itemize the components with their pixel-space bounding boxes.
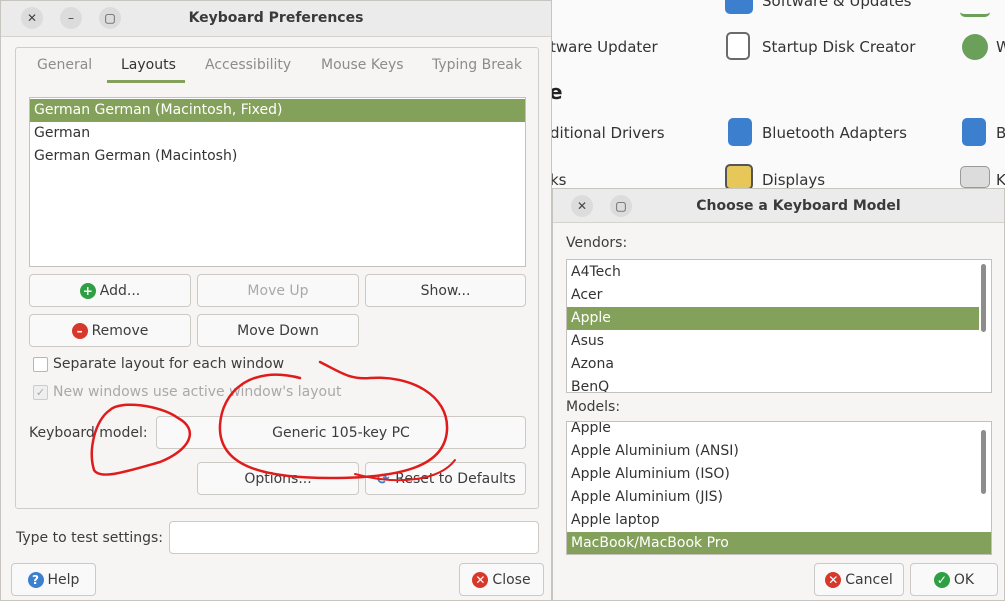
annotation-scribble — [90, 360, 456, 482]
